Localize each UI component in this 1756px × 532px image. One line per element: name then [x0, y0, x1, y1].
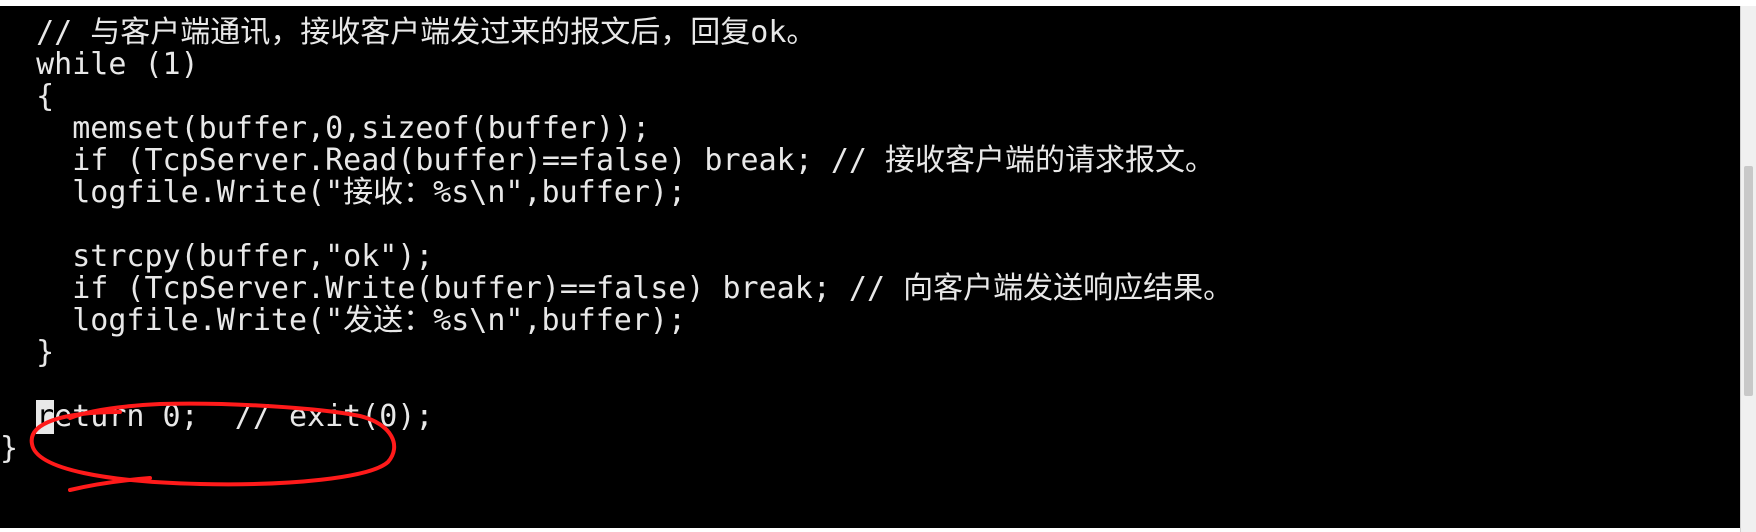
- code-line-memset: memset(buffer,0,sizeof(buffer));: [0, 111, 651, 146]
- text-cursor: r: [36, 399, 55, 434]
- window-frame: // 与客户端通讯，接收客户端发过来的报文后，回复ok。 while (1) {…: [0, 0, 1756, 532]
- return-indent: [0, 399, 36, 434]
- code-line-log-receive: logfile.Write("接收：%s\n",buffer);: [0, 175, 687, 210]
- code-line-while: while (1): [0, 47, 199, 82]
- code-line-function-end: }: [0, 431, 19, 466]
- scrollbar-thumb[interactable]: [1744, 166, 1753, 396]
- code-line-close-brace: }: [0, 335, 55, 370]
- vertical-scrollbar[interactable]: [1740, 6, 1756, 532]
- code-line-return: return 0; // exit(0);: [0, 400, 433, 434]
- return-statement-text: eturn 0; // exit(0);: [54, 399, 434, 434]
- code-line-write: if (TcpServer.Write(buffer)==false) brea…: [0, 271, 1234, 306]
- code-line-open-brace: {: [0, 79, 55, 114]
- code-line-read: if (TcpServer.Read(buffer)==false) break…: [0, 143, 1216, 178]
- code-line-strcpy: strcpy(buffer,"ok");: [0, 239, 434, 274]
- terminal-editor[interactable]: // 与客户端通讯，接收客户端发过来的报文后，回复ok。 while (1) {…: [0, 6, 1740, 528]
- code-line-log-send: logfile.Write("发送：%s\n",buffer);: [0, 303, 687, 338]
- code-line-comment: // 与客户端通讯，接收客户端发过来的报文后，回复ok。: [0, 15, 817, 50]
